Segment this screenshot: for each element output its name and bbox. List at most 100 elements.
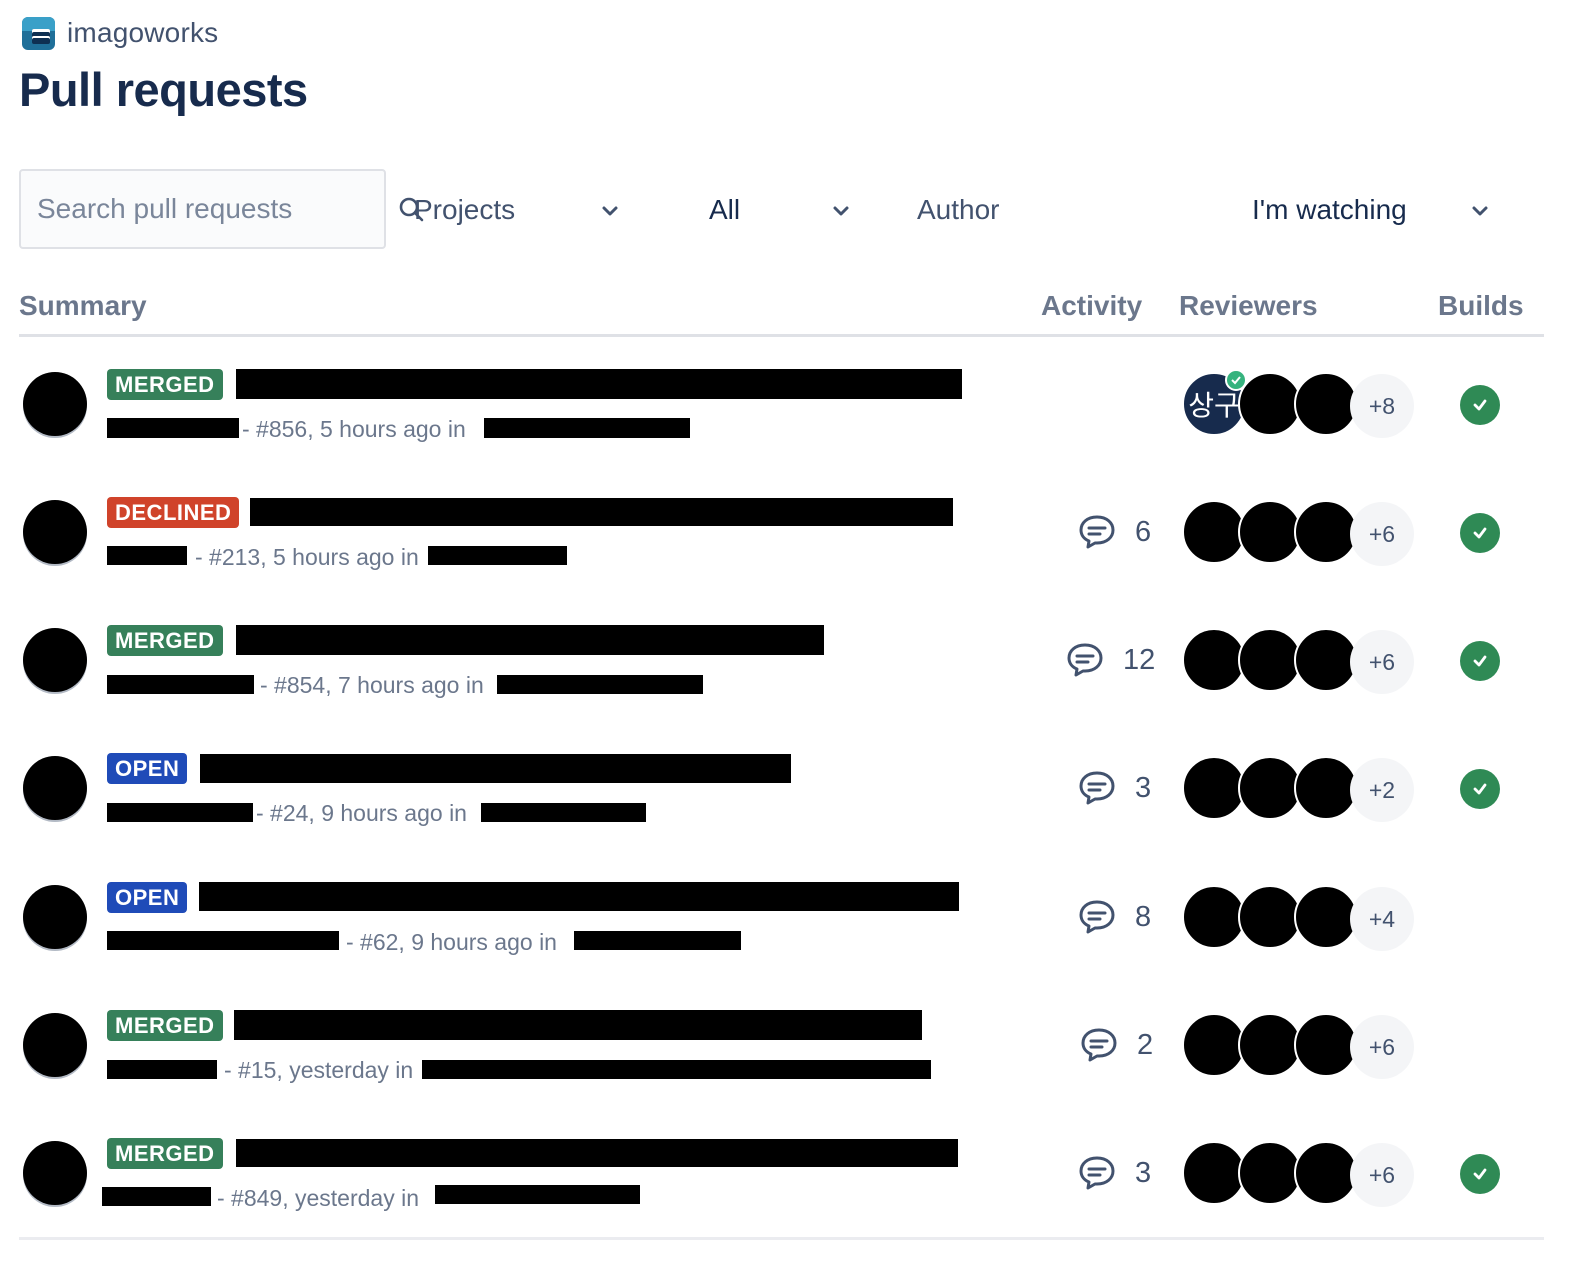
chevron-down-icon [833,206,849,216]
reviewer-avatar[interactable] [1182,1141,1246,1205]
reviewer-avatar[interactable] [1294,1013,1358,1077]
pull-request-meta: - #15, yesterday in [224,1057,414,1083]
pull-request-row[interactable]: MERGED - #854, 7 hours ago in 12 +6 [0,594,1571,722]
reviewer-avatar[interactable] [1238,756,1302,820]
author-avatar[interactable] [23,628,87,692]
projects-filter[interactable]: Projects [414,185,626,235]
build-success-icon[interactable] [1460,1154,1500,1194]
author-name [107,546,187,565]
reviewer-avatar[interactable] [1238,1013,1302,1077]
repository-link[interactable] [497,675,703,694]
build-success-icon[interactable] [1460,385,1500,425]
reviewer-avatar[interactable] [1294,885,1358,949]
build-success-icon[interactable] [1460,513,1500,553]
search-input[interactable] [37,193,398,225]
repository-link[interactable] [574,931,741,950]
reviewer-avatar[interactable] [1238,372,1302,436]
pull-request-row[interactable]: DECLINED - #213, 5 hours ago in 6 +6 [0,466,1571,594]
reviewer-list[interactable]: +6 [1182,628,1422,694]
author-name [107,418,239,438]
pull-request-title[interactable] [199,882,959,911]
repository-link[interactable] [481,803,646,822]
reviewer-avatar[interactable] [1182,1013,1246,1077]
reviewer-avatar[interactable] [1182,885,1246,949]
state-filter[interactable]: All [709,185,854,235]
pull-request-title[interactable] [234,1010,922,1040]
column-header-builds: Builds [1438,290,1524,321]
reviewer-avatar[interactable] [1238,885,1302,949]
comment-icon [1079,900,1115,934]
chevron-down-icon [1472,206,1488,216]
repository-link[interactable] [422,1060,931,1079]
pull-request-meta: - #213, 5 hours ago in [195,544,419,570]
reviewer-list[interactable]: +2 [1182,756,1422,822]
reviewer-list[interactable]: 상구 +8 [1182,369,1422,438]
activity-cell[interactable]: 2 [1079,1017,1153,1073]
author-name [107,931,339,950]
author-avatar[interactable] [23,1013,87,1077]
reviewer-avatar[interactable] [1182,756,1246,820]
author-avatar[interactable] [23,500,87,564]
watching-filter[interactable]: I'm watching [1252,185,1492,235]
reviewer-avatar[interactable] [1182,500,1246,564]
activity-cell[interactable]: 12 [1065,632,1155,688]
author-filter-label: Author [917,194,1000,225]
column-header-reviewers: Reviewers [1179,290,1318,321]
pull-request-row[interactable]: MERGED - #849, yesterday in 3 +6 [0,1107,1571,1235]
reviewer-list[interactable]: +6 [1182,500,1422,566]
reviewer-avatar[interactable] [1294,500,1358,564]
workspace-name[interactable]: imagoworks [67,17,218,49]
column-header-activity: Activity [1041,290,1143,321]
more-reviewers-count[interactable]: +4 [1350,887,1414,951]
repository-link[interactable] [428,546,567,565]
pull-request-title[interactable] [250,498,953,526]
reviewer-avatar[interactable] [1294,372,1358,436]
reviewer-list[interactable]: +4 [1182,885,1422,951]
reviewer-avatar[interactable] [1294,1141,1358,1205]
repository-link[interactable] [484,418,690,438]
repository-link[interactable] [435,1185,640,1204]
author-avatar[interactable] [23,756,87,820]
activity-cell[interactable]: 3 [1077,1145,1151,1201]
reviewer-avatar[interactable] [1238,628,1302,692]
activity-cell[interactable]: 8 [1077,889,1151,945]
more-reviewers-count[interactable]: +6 [1350,502,1414,566]
reviewer-list[interactable]: +6 [1182,1013,1422,1079]
more-reviewers-count[interactable]: +6 [1350,1015,1414,1079]
author-filter[interactable]: Author [917,185,1027,235]
more-reviewers-count[interactable]: +2 [1350,758,1414,822]
pull-request-row[interactable]: OPEN - #24, 9 hours ago in 3 +2 [0,722,1571,850]
reviewer-list[interactable]: +6 [1182,1141,1422,1207]
workspace-header[interactable]: imagoworks [22,16,218,50]
pull-request-row[interactable]: OPEN - #62, 9 hours ago in 8 +4 [0,851,1571,979]
reviewer-avatar[interactable] [1238,1141,1302,1205]
reviewer-avatar[interactable] [1294,756,1358,820]
author-avatar[interactable] [23,372,87,436]
more-reviewers-count[interactable]: +6 [1350,630,1414,694]
more-reviewers-count[interactable]: +6 [1350,1143,1414,1207]
comment-count: 6 [1135,515,1152,548]
build-success-icon[interactable] [1460,769,1500,809]
workspace-logo-icon [22,16,55,50]
activity-cell[interactable]: 6 [1077,504,1151,560]
author-avatar[interactable] [23,885,87,949]
reviewer-avatar[interactable] [1238,500,1302,564]
pull-request-row[interactable]: MERGED - #15, yesterday in 2 +6 [0,979,1571,1107]
search-box[interactable] [19,169,424,249]
status-badge: MERGED [107,1138,223,1169]
pull-request-title[interactable] [236,625,824,655]
reviewer-avatar[interactable] [1182,628,1246,692]
status-badge: OPEN [107,882,188,913]
more-reviewers-count[interactable]: +8 [1350,374,1414,438]
reviewer-avatar[interactable] [1294,628,1358,692]
activity-cell[interactable]: 3 [1077,760,1151,816]
pull-request-title[interactable] [236,1139,958,1167]
author-avatar[interactable] [23,1141,87,1205]
pull-request-title[interactable] [200,754,791,783]
author-name [102,1187,211,1206]
comment-count: 8 [1135,900,1152,933]
build-success-icon[interactable] [1460,641,1500,681]
pull-request-row[interactable]: MERGED - #856, 5 hours ago in 상구 +8 [0,338,1571,466]
pull-request-title[interactable] [236,369,962,399]
pull-request-meta: - #62, 9 hours ago in [346,929,557,955]
